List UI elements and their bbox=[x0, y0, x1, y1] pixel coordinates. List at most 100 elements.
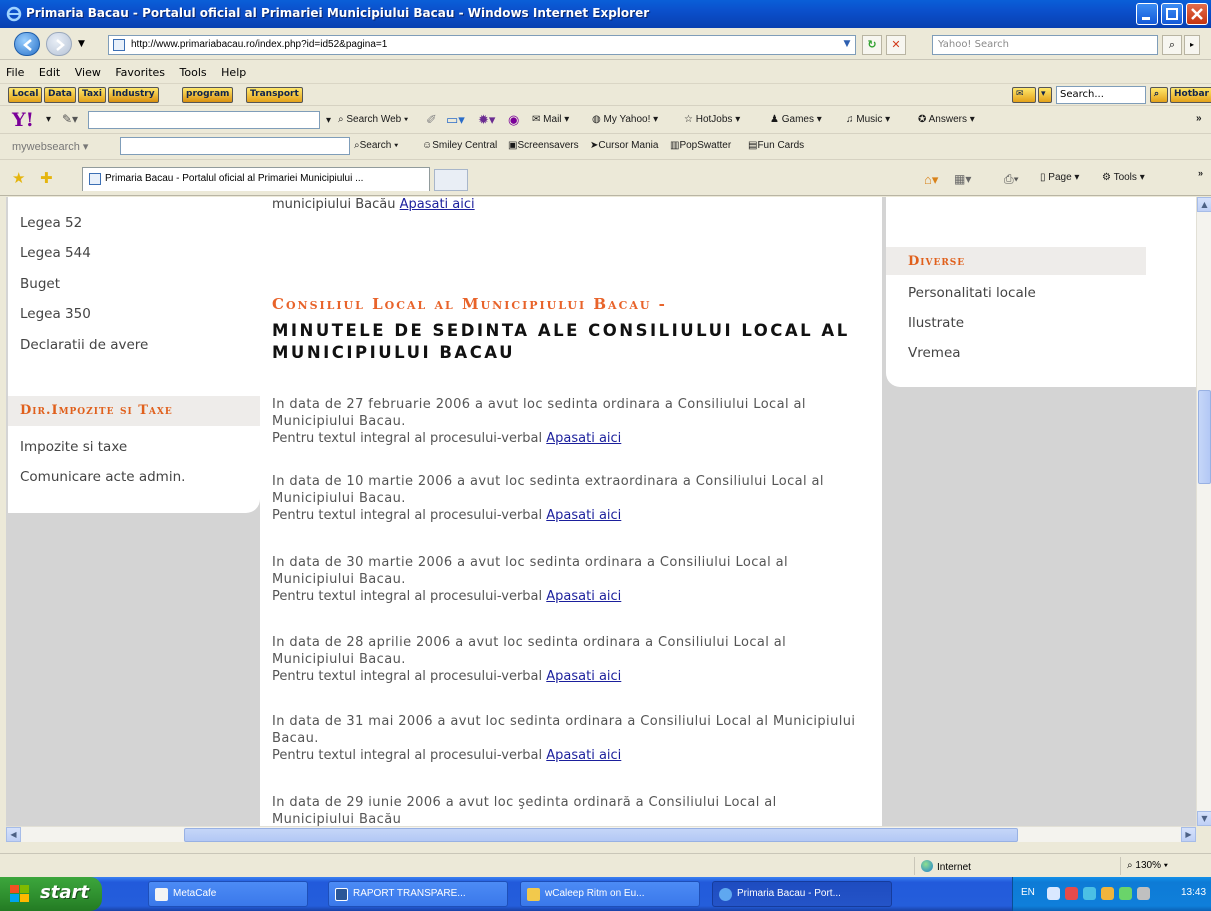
tools-menu[interactable]: ⚙ Tools ▾ bbox=[1102, 172, 1145, 183]
toolbar-overflow-icon[interactable]: » bbox=[1196, 113, 1202, 124]
mywebsearch-search-button[interactable]: ⌕Search ▾ bbox=[354, 140, 398, 151]
hotjobs-link[interactable]: ☆ HotJobs ▾ bbox=[684, 114, 740, 125]
favorites-star-icon[interactable]: ★ bbox=[12, 169, 25, 187]
menu-file[interactable]: File bbox=[0, 61, 29, 79]
vertical-scrollbar[interactable]: ▲ ▼ bbox=[1196, 197, 1211, 826]
tray-messenger-icon[interactable] bbox=[1119, 887, 1132, 900]
close-button[interactable] bbox=[1186, 3, 1208, 25]
tray-network-icon[interactable] bbox=[1083, 887, 1096, 900]
search-web-dropdown-icon[interactable]: ▾ bbox=[326, 115, 331, 126]
tab-primaria-bacau[interactable]: Primaria Bacau - Portalul oficial al Pri… bbox=[82, 167, 430, 191]
maximize-button[interactable] bbox=[1161, 3, 1183, 25]
nav-personalitati-locale[interactable]: Personalitati locale bbox=[908, 285, 1036, 301]
forward-button[interactable] bbox=[46, 32, 72, 56]
yahoo-logo-icon[interactable]: Y! bbox=[12, 109, 34, 131]
chip-data[interactable]: Data bbox=[44, 87, 76, 103]
horizontal-scroll-thumb[interactable] bbox=[184, 828, 1018, 842]
scroll-right-icon[interactable]: ▶ bbox=[1181, 827, 1196, 842]
history-dropdown-icon[interactable]: ▼ bbox=[78, 39, 85, 49]
music-link[interactable]: ♫ Music ▾ bbox=[846, 114, 890, 125]
horizontal-scrollbar[interactable]: ◀ ▶ bbox=[6, 826, 1196, 842]
add-favorites-icon[interactable]: ✚ bbox=[40, 169, 53, 187]
apasati-aici-link[interactable]: Apasati aici bbox=[546, 431, 621, 446]
hotbar-button[interactable]: Hotbar bbox=[1170, 87, 1211, 103]
taskbar-item-raport[interactable]: RAPORT TRANSPARE... bbox=[328, 881, 508, 907]
chip-industry[interactable]: Industry bbox=[108, 87, 159, 103]
search-web-button[interactable]: ⌕ Search Web ▾ bbox=[338, 114, 408, 125]
vertical-scroll-thumb[interactable] bbox=[1198, 390, 1211, 484]
taskbar-item-primaria[interactable]: Primaria Bacau - Port... bbox=[712, 881, 892, 907]
url-dropdown-icon[interactable]: ▼ bbox=[838, 35, 856, 55]
menu-favorites[interactable]: Favorites bbox=[109, 61, 170, 79]
nav-legea-544[interactable]: Legea 544 bbox=[20, 245, 91, 261]
zoom-control[interactable]: ⌕ 130% ▾ bbox=[1120, 857, 1211, 875]
answers-link[interactable]: ✪ Answers ▾ bbox=[918, 114, 975, 125]
chip-taxi[interactable]: Taxi bbox=[78, 87, 106, 103]
yahoo-search-box[interactable] bbox=[88, 111, 320, 129]
games-link[interactable]: ♟ Games ▾ bbox=[770, 114, 822, 125]
taskbar-item-metacafe[interactable]: MetaCafe bbox=[148, 881, 308, 907]
menu-tools[interactable]: Tools bbox=[174, 61, 212, 79]
mail-dropdown-icon[interactable]: ▾ bbox=[1038, 87, 1052, 103]
stop-icon[interactable]: ✕ bbox=[886, 35, 906, 55]
popswatter-link[interactable]: ▥PopSwatter bbox=[670, 140, 731, 151]
home-icon[interactable]: ⌂▾ bbox=[924, 172, 938, 188]
new-tab-button[interactable] bbox=[434, 169, 468, 191]
yahoo-dropdown-icon[interactable]: ▾ bbox=[46, 114, 51, 125]
feeds-icon[interactable]: ▦▾ bbox=[954, 172, 971, 186]
menu-view[interactable]: View bbox=[69, 61, 106, 79]
refresh-icon[interactable]: ↻ bbox=[862, 35, 882, 55]
apasati-aici-link[interactable]: Apasati aici bbox=[546, 508, 621, 523]
my-yahoo-link[interactable]: ◍ My Yahoo! ▾ bbox=[592, 114, 658, 125]
tray-security-icon[interactable] bbox=[1065, 887, 1078, 900]
tray-volume-icon[interactable] bbox=[1137, 887, 1150, 900]
print-icon[interactable]: ⎙▾ bbox=[1004, 172, 1019, 187]
search-icon[interactable]: ⌕ bbox=[1162, 35, 1182, 55]
cursor-mania-link[interactable]: ➤Cursor Mania bbox=[590, 140, 658, 151]
top-apasati-aici-link[interactable]: Apasati aici bbox=[400, 197, 475, 212]
tray-app-icon[interactable] bbox=[1101, 887, 1114, 900]
page-menu[interactable]: ▯ Page ▾ bbox=[1040, 172, 1079, 183]
taskbar-item-folder[interactable]: wCaleep Ritm on Eu... bbox=[520, 881, 700, 907]
apasati-aici-link[interactable]: Apasati aici bbox=[546, 589, 621, 604]
highlight-icon[interactable]: ✐ bbox=[426, 112, 437, 128]
screensavers-link[interactable]: ▣Screensavers bbox=[508, 140, 579, 151]
scroll-down-icon[interactable]: ▼ bbox=[1197, 811, 1211, 826]
apasati-aici-link[interactable]: Apasati aici bbox=[546, 748, 621, 763]
scroll-left-icon[interactable]: ◀ bbox=[6, 827, 21, 842]
yahoo-search-input[interactable]: Yahoo! Search bbox=[932, 35, 1158, 55]
fun-cards-link[interactable]: ▤Fun Cards bbox=[748, 140, 804, 151]
scroll-up-icon[interactable]: ▲ bbox=[1197, 197, 1211, 212]
menu-edit[interactable]: Edit bbox=[33, 61, 65, 79]
toolbar-search-input[interactable]: Search... bbox=[1056, 86, 1146, 104]
apasati-aici-link[interactable]: Apasati aici bbox=[546, 669, 621, 684]
menu-help[interactable]: Help bbox=[215, 61, 251, 79]
cmdbar-overflow-icon[interactable]: » bbox=[1198, 168, 1203, 178]
nav-buget[interactable]: Buget bbox=[20, 276, 60, 292]
nav-vremea[interactable]: Vremea bbox=[908, 345, 961, 361]
mywebsearch-logo[interactable]: mywebsearch ▾ bbox=[12, 140, 88, 153]
url-field[interactable]: http://www.primariabacau.ro/index.php?id… bbox=[108, 35, 856, 55]
chip-program[interactable]: program bbox=[182, 87, 234, 103]
antispy-icon[interactable]: ✹▾ bbox=[478, 112, 495, 128]
search-dropdown-icon[interactable]: ▸ bbox=[1184, 35, 1200, 55]
chip-local[interactable]: Local bbox=[8, 87, 43, 103]
chip-transport[interactable]: Transport bbox=[246, 87, 303, 103]
toolbar-search-icon[interactable]: ⌕ bbox=[1150, 87, 1168, 103]
nav-legea-52[interactable]: Legea 52 bbox=[20, 215, 82, 231]
tray-pen-icon[interactable] bbox=[1047, 887, 1060, 900]
smiley-central-link[interactable]: ☺Smiley Central bbox=[422, 140, 497, 151]
mail-link[interactable]: ✉ Mail ▾ bbox=[532, 114, 569, 125]
mywebsearch-input[interactable] bbox=[120, 137, 350, 155]
yahoo-circle-icon[interactable]: ◉ bbox=[508, 112, 519, 128]
language-indicator[interactable]: EN bbox=[1021, 887, 1035, 898]
nav-comunicare-acte[interactable]: Comunicare acte admin. bbox=[20, 469, 185, 485]
nav-declaratii-de-avere[interactable]: Declaratii de avere bbox=[20, 337, 148, 353]
minimize-button[interactable] bbox=[1136, 3, 1158, 25]
nav-ilustrate[interactable]: Ilustrate bbox=[908, 315, 964, 331]
mail-icon[interactable]: ✉ bbox=[1012, 87, 1036, 103]
pencil-icon[interactable]: ✎▾ bbox=[62, 112, 78, 126]
nav-impozite-si-taxe[interactable]: Impozite si taxe bbox=[20, 439, 127, 455]
start-button[interactable]: start bbox=[0, 877, 102, 911]
window-icon[interactable]: ▭▾ bbox=[446, 112, 465, 128]
